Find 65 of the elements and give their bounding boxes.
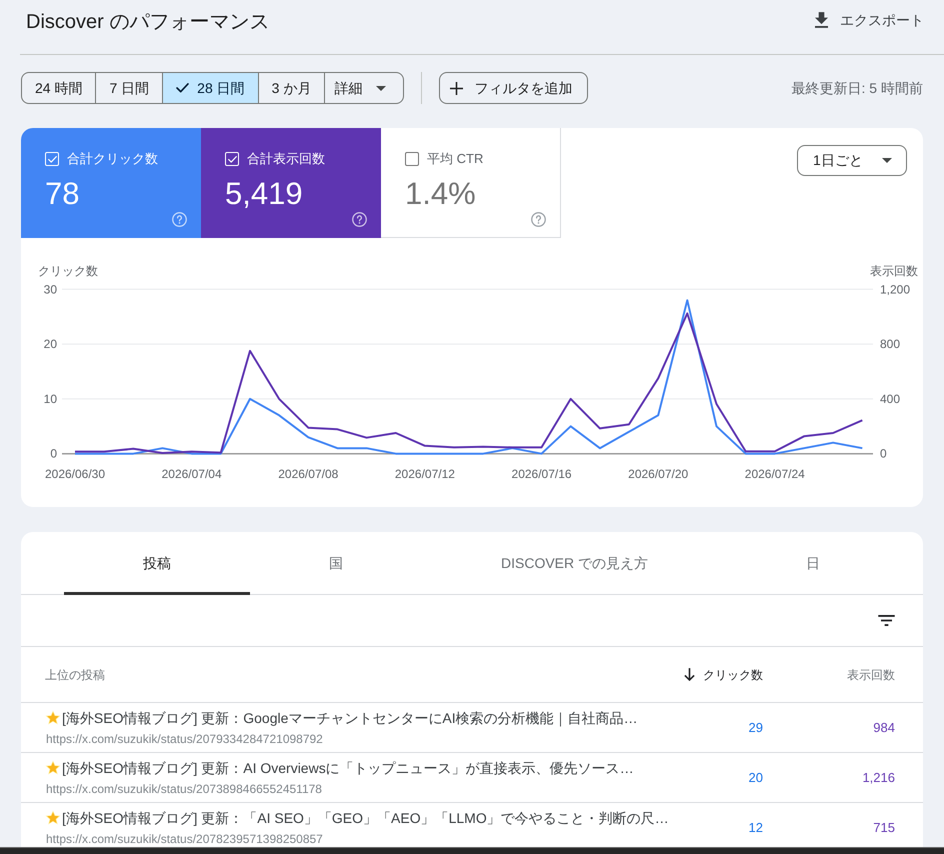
date-range-option[interactable]: 3 か月 — [258, 73, 326, 103]
clicks-value: 29 — [748, 718, 763, 737]
y-tick-label: 1,200 — [880, 282, 910, 296]
post-title[interactable]: [海外SEO情報ブログ] 更新：「AI SEO」「GEO」「AEO」「LLMO」で今やること・判断の尺… — [62, 809, 669, 827]
help-icon[interactable] — [531, 212, 546, 227]
metric-label: 合計表示回数 — [247, 150, 325, 168]
y-tick-label: 20 — [44, 337, 57, 352]
tab[interactable]: 投稿 — [64, 532, 250, 595]
impressions-value: 715 — [873, 818, 895, 837]
download-icon — [815, 12, 828, 28]
date-range-option[interactable]: 28 日間 — [163, 73, 259, 103]
x-tick-label: 2026/07/12 — [394, 467, 455, 481]
metric-label: 合計クリック数 — [67, 150, 158, 168]
post-title[interactable]: [海外SEO情報ブログ] 更新：AI Overviewsに「トップニュース」が直接表示、優先ソース… — [62, 759, 634, 777]
filter-icon[interactable] — [878, 615, 895, 626]
metric-value: 5,419 — [225, 176, 303, 212]
column-header[interactable]: 表示回数 — [847, 666, 895, 684]
star-icon — [45, 760, 61, 776]
last-updated-text: 最終更新日: 5 時間前 — [792, 78, 923, 98]
tab[interactable]: 日 — [727, 532, 900, 595]
x-tick-label: 2026/07/20 — [628, 467, 688, 481]
metric-value: 78 — [45, 176, 80, 212]
y-tick-label: 400 — [880, 392, 900, 406]
check-icon — [176, 83, 190, 93]
caret-icon — [882, 158, 892, 163]
more-dropdown[interactable]: 詳細 — [325, 73, 404, 103]
impressions-value: 984 — [873, 718, 895, 737]
checkbox[interactable] — [405, 152, 419, 166]
metric-label: 平均 CTR — [427, 150, 484, 168]
y-axis-label: 表示回数 — [870, 264, 918, 278]
post-url: https://x.com/suzukik/status/2079334284721098792 — [46, 732, 323, 746]
metric-tile[interactable]: 平均 CTR 1.4% — [381, 128, 561, 238]
date-range-option[interactable]: 24 時間 — [22, 73, 96, 103]
x-tick-label: 2026/07/08 — [278, 467, 338, 481]
post-title[interactable]: [海外SEO情報ブログ] 更新：GoogleマーチャントセンターにAI検索の分析機能｜自社商品… — [62, 709, 638, 727]
y-axis-label: クリック数 — [38, 264, 98, 278]
x-tick-label: 2026/07/24 — [744, 467, 805, 481]
x-tick-label: 2026/07/16 — [512, 467, 572, 481]
check-icon — [228, 156, 236, 162]
caret-icon — [376, 86, 386, 90]
tab[interactable]: 国 — [250, 532, 422, 595]
tab[interactable]: DISCOVER での見え方 — [422, 532, 728, 595]
column-header[interactable]: クリック数 — [703, 666, 763, 684]
y-tick-label: 0 — [50, 446, 57, 461]
star-icon — [45, 810, 61, 826]
export-button[interactable]: エクスポート — [815, 9, 924, 31]
y-tick-label: 30 — [44, 282, 57, 296]
y-tick-label: 0 — [880, 446, 887, 461]
granularity-dropdown[interactable]: 1日ごと — [797, 145, 907, 176]
check-icon — [48, 156, 56, 162]
clicks-value: 20 — [748, 768, 763, 787]
metric-value: 1.4% — [405, 176, 476, 212]
post-url: https://x.com/suzukik/status/2073898466552451178 — [46, 782, 322, 796]
x-tick-label: 2026/07/04 — [162, 467, 222, 481]
clicks-value: 12 — [748, 818, 763, 837]
x-tick-label: 2026/06/30 — [44, 467, 106, 481]
y-tick-label: 10 — [44, 392, 57, 406]
page-title: Discover のパフォーマンス — [25, 10, 270, 35]
add-filter-button[interactable]: フィルタを追加 — [439, 72, 588, 104]
column-header[interactable]: 上位の投稿 — [45, 666, 105, 684]
y-tick-label: 800 — [880, 337, 900, 352]
impressions-value: 1,216 — [862, 768, 895, 787]
plus-icon — [450, 82, 464, 94]
post-url: https://x.com/suzukik/status/2078239571398250857 — [46, 832, 323, 846]
star-icon — [45, 710, 61, 726]
